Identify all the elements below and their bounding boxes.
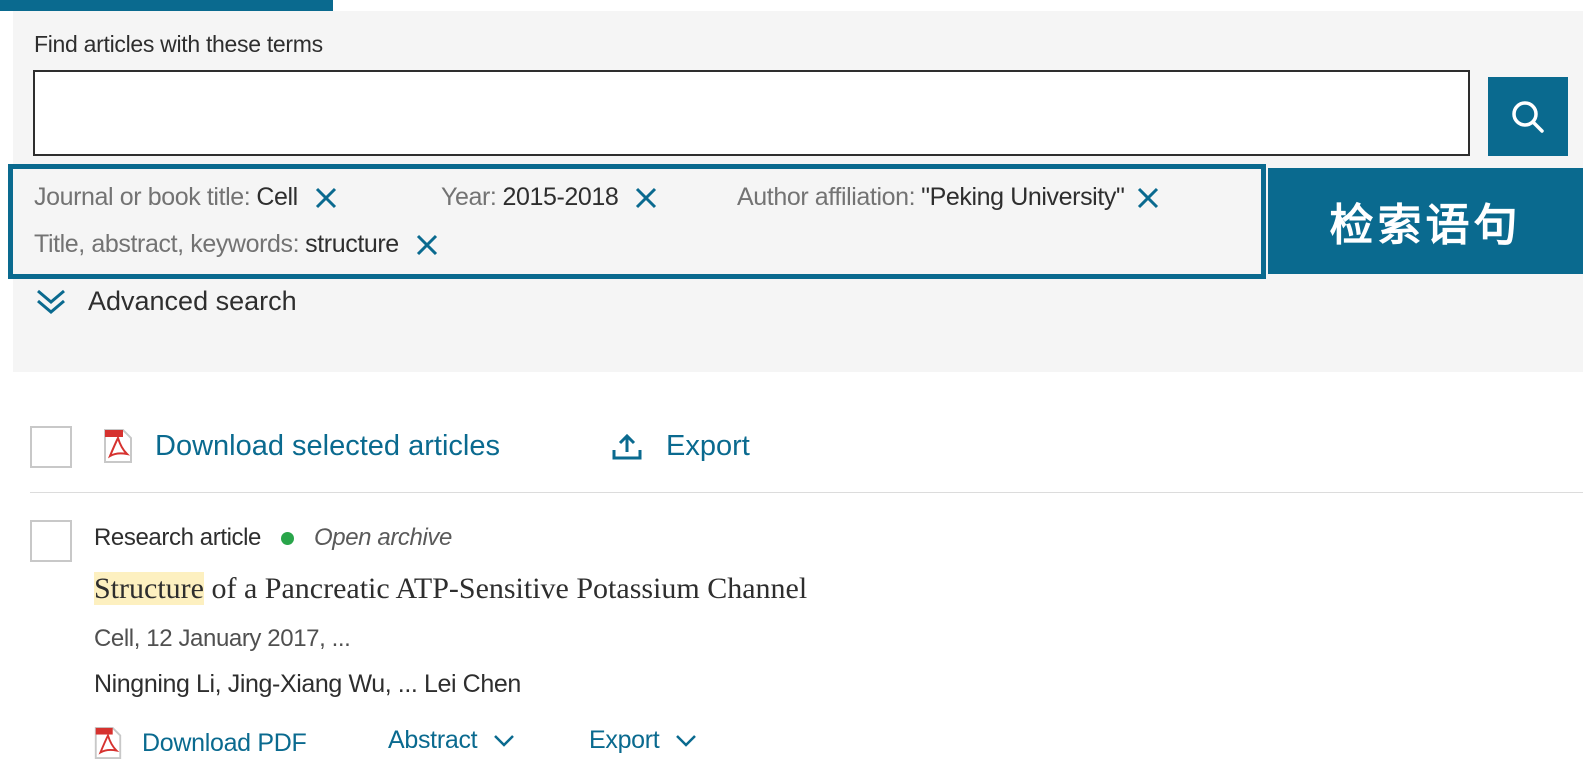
advanced-search-label: Advanced search bbox=[88, 286, 297, 316]
remove-chip-icon[interactable] bbox=[634, 186, 658, 210]
search-label: Find articles with these terms bbox=[34, 31, 323, 57]
article-source: Cell, 12 January 2017, ... bbox=[94, 625, 351, 652]
open-access-dot bbox=[281, 531, 295, 545]
export-label: Export bbox=[666, 430, 750, 462]
export-dropdown[interactable]: Export bbox=[589, 726, 697, 755]
download-selected-button[interactable]: Download selected articles bbox=[101, 428, 500, 464]
double-chevron-down-icon bbox=[37, 289, 65, 314]
download-pdf-button[interactable]: Download PDF bbox=[92, 726, 307, 760]
remove-chip-icon[interactable] bbox=[1136, 186, 1160, 210]
article-authors: Ningning Li, Jing-Xiang Wu, ... Lei Chen bbox=[94, 670, 521, 698]
query-chip-keywords: Title, abstract, keywords: structure bbox=[34, 230, 439, 259]
remove-chip-icon[interactable] bbox=[314, 186, 338, 210]
query-chip-key: Author affiliation: bbox=[737, 183, 916, 211]
query-chip-key: Journal or book title: bbox=[34, 183, 251, 211]
query-chip-key: Title, abstract, keywords: bbox=[34, 230, 300, 258]
abstract-label: Abstract bbox=[388, 726, 478, 754]
download-selected-label: Download selected articles bbox=[155, 429, 500, 462]
query-chip-journal: Journal or book title: Cell bbox=[34, 183, 338, 212]
query-chip-affiliation: Author affiliation: "Peking University" bbox=[737, 183, 1160, 212]
chevron-down-icon bbox=[676, 734, 697, 747]
title-rest: of a Pancreatic ATP-Sensitive Potassium … bbox=[203, 572, 808, 605]
query-chip-value: Cell bbox=[256, 183, 298, 211]
search-input[interactable] bbox=[33, 70, 1470, 156]
export-dropdown-label: Export bbox=[589, 726, 660, 754]
search-icon bbox=[1512, 100, 1544, 133]
active-tab-indicator bbox=[0, 0, 333, 11]
toolbar-divider bbox=[30, 492, 1583, 493]
article-title[interactable]: Structure of a Pancreatic ATP-Sensitive … bbox=[94, 572, 807, 606]
remove-chip-icon[interactable] bbox=[415, 233, 439, 257]
query-chip-value: structure bbox=[305, 230, 399, 258]
result-checkbox[interactable] bbox=[30, 520, 72, 562]
pdf-icon bbox=[94, 727, 122, 759]
query-callout-label: 检索语句 bbox=[1268, 168, 1583, 274]
pdf-icon bbox=[104, 429, 132, 463]
abstract-toggle[interactable]: Abstract bbox=[388, 726, 515, 755]
advanced-search-toggle[interactable]: Advanced search bbox=[34, 286, 297, 317]
query-chip-value: "Peking University" bbox=[921, 183, 1125, 211]
query-chip-key: Year: bbox=[441, 183, 497, 211]
title-highlight: Structure bbox=[94, 572, 204, 605]
select-all-checkbox[interactable] bbox=[30, 426, 72, 468]
download-pdf-label: Download PDF bbox=[142, 728, 307, 757]
result-meta: Research article Open archive bbox=[94, 524, 452, 552]
query-chip-value: 2015-2018 bbox=[502, 183, 619, 211]
query-chip-year: Year: 2015-2018 bbox=[441, 183, 658, 212]
access-label: Open archive bbox=[314, 524, 452, 551]
export-icon bbox=[612, 433, 642, 459]
search-query-box bbox=[8, 164, 1266, 279]
search-button[interactable] bbox=[1488, 77, 1568, 156]
chevron-down-icon bbox=[494, 734, 515, 747]
article-type: Research article bbox=[94, 524, 262, 551]
export-selected-button[interactable]: Export bbox=[610, 430, 750, 463]
